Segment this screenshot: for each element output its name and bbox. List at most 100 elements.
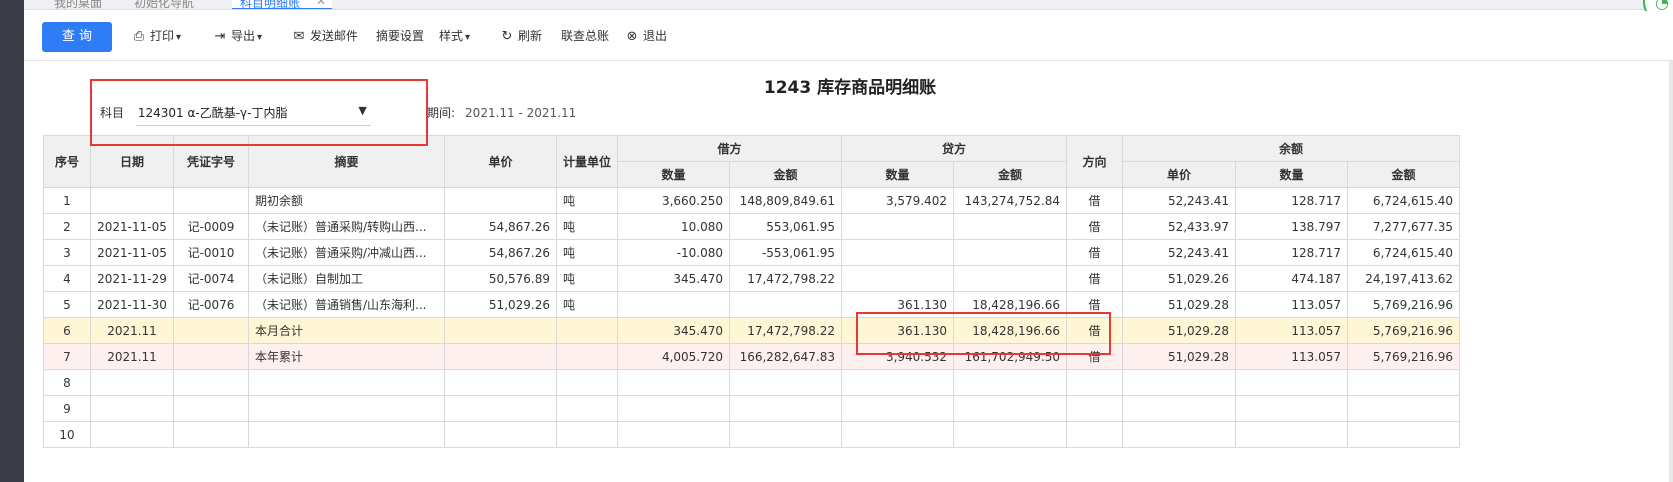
print-button[interactable]: ⎙ 打印 ▾: [131, 26, 181, 46]
cell-debit-qty: 345.470: [617, 265, 731, 292]
voucher-link: [173, 187, 249, 214]
cell-date: 2021-11-05: [90, 239, 174, 266]
table-row[interactable]: 8: [43, 369, 1461, 396]
left-sidebar-strip: [0, 0, 24, 482]
cell-date: 2021-11-30: [90, 291, 174, 318]
cell-seq: 7: [43, 343, 91, 370]
cell-debit-amount: -553,061.95: [729, 239, 843, 266]
voucher-link[interactable]: 记-0074: [173, 265, 249, 292]
cell-summary: 本月合计: [248, 317, 445, 344]
cell-price: 54,867.26: [444, 239, 557, 266]
style-button[interactable]: 样式 ▾: [439, 26, 470, 46]
tab-desktop[interactable]: 我的桌面: [54, 0, 102, 9]
cell-date: [90, 369, 174, 396]
table-row[interactable]: 2 2021-11-05 记-0009 （未记账）普通采购/转购山西... 54,867…: [43, 213, 1461, 240]
header-unit: 计量单位: [555, 135, 619, 188]
cell-credit-qty: [841, 213, 955, 240]
header-balance-amount: 金额: [1347, 161, 1461, 188]
cell-price: [444, 317, 557, 344]
cell-balance-amount: 5,769,216.96: [1347, 317, 1461, 344]
table-row[interactable]: 1 期初余额 吨 3,660.250 148,809,849.61 3,579.402 14…: [43, 187, 1461, 214]
cell-credit-amount: [953, 421, 1068, 448]
cell-unit: [555, 395, 619, 422]
refresh-button[interactable]: ↻ 刷新: [499, 26, 542, 46]
cell-unit: [555, 369, 619, 396]
cell-summary: （未记账）普通销售/山东海利...: [248, 291, 445, 318]
cell-debit-amount: 148,809,849.61: [729, 187, 843, 214]
cell-debit-qty: 10.080: [617, 213, 731, 240]
header-credit-amount: 金额: [953, 161, 1068, 188]
tab-subject-ledger[interactable]: 科目明细账 ✕: [232, 0, 332, 9]
table-row[interactable]: 9: [43, 395, 1461, 422]
voucher-link[interactable]: 记-0010: [173, 239, 249, 266]
ledger-link-button[interactable]: 联查总账: [561, 26, 609, 46]
cell-date: 2021-11-05: [90, 213, 174, 240]
period-value: 2021.11 - 2021.11: [465, 106, 577, 120]
chevron-down-icon: ▾: [257, 32, 263, 43]
cell-direction: 借: [1066, 213, 1124, 240]
cell-debit-qty: [617, 369, 731, 396]
exit-icon: ⊗: [626, 29, 638, 44]
voucher-link: [173, 317, 249, 344]
cell-seq: 10: [43, 421, 91, 448]
header-debit-amount: 金额: [729, 161, 843, 188]
cell-balance-amount: 6,724,615.40: [1347, 239, 1461, 266]
tab-init-nav[interactable]: 初始化导航: [134, 0, 194, 9]
cell-price: 51,029.26: [444, 291, 557, 318]
cell-balance-qty: [1235, 421, 1349, 448]
tab-bar: 我的桌面 初始化导航 科目明细账 ✕: [24, 0, 1673, 10]
table-row[interactable]: 4 2021-11-29 记-0074 （未记账）自制加工 50,576.89 吨 345.…: [43, 265, 1461, 292]
send-email-label: 发送邮件: [310, 29, 359, 43]
cell-summary: [248, 369, 445, 396]
cell-unit: 吨: [555, 265, 619, 292]
cell-seq: 6: [43, 317, 91, 344]
cell-balance-amount: 5,769,216.96: [1347, 291, 1461, 318]
cell-seq: 3: [43, 239, 91, 266]
table-row[interactable]: 5 2021-11-30 记-0076 （未记账）普通销售/山东海利... 51,029…: [43, 291, 1461, 318]
cell-debit-qty: [617, 421, 731, 448]
cell-balance-price: 52,243.41: [1122, 187, 1237, 214]
cell-debit-qty: [617, 291, 731, 318]
cell-date: [90, 421, 174, 448]
query-button[interactable]: 查 询: [42, 22, 112, 52]
cell-debit-amount: 553,061.95: [729, 213, 843, 240]
header-balance: 余额: [1122, 135, 1461, 162]
cell-credit-qty: [841, 239, 955, 266]
voucher-link: [173, 343, 249, 370]
cell-balance-amount: 6,724,615.40: [1347, 187, 1461, 214]
voucher-link[interactable]: 记-0076: [173, 291, 249, 318]
cell-summary: [248, 421, 445, 448]
cell-price: [444, 343, 557, 370]
cell-balance-price: 52,433.97: [1122, 213, 1237, 240]
ledger-table: 序号 日期 凭证字号 摘要 单价 计量单位 借方 贷方 方向 余额 数量 金额 …: [43, 135, 1461, 448]
window-edge: [1669, 0, 1673, 482]
summary-settings-label: 摘要设置: [376, 29, 425, 43]
cell-summary: 本年累计: [248, 343, 445, 370]
header-seq: 序号: [43, 135, 91, 188]
table-row[interactable]: 7 2021.11 本年累计 4,005.720 166,282,647.83 3,940…: [43, 343, 1461, 370]
cell-summary: （未记账）普通采购/冲减山西...: [248, 239, 445, 266]
table-row[interactable]: 3 2021-11-05 记-0010 （未记账）普通采购/冲减山西... 54,867…: [43, 239, 1461, 266]
cell-balance-price: [1122, 369, 1237, 396]
header-debit-qty: 数量: [617, 161, 731, 188]
table-row[interactable]: 10: [43, 421, 1461, 448]
cell-price: [444, 369, 557, 396]
cell-balance-qty: 128.717: [1235, 239, 1349, 266]
cell-date: 2021.11: [90, 343, 174, 370]
report-title: 1243 库存商品明细账: [763, 78, 937, 98]
close-icon[interactable]: ✕: [316, 0, 326, 8]
cell-seq: 4: [43, 265, 91, 292]
cell-credit-qty: 3,579.402: [841, 187, 955, 214]
cell-balance-price: 51,029.28: [1122, 291, 1237, 318]
table-row[interactable]: 6 2021.11 本月合计 345.470 17,472,798.22 361.130 1…: [43, 317, 1461, 344]
cell-credit-amount: [953, 369, 1068, 396]
cell-balance-qty: 128.717: [1235, 187, 1349, 214]
exit-button[interactable]: ⊗ 退出: [624, 26, 667, 46]
cell-credit-amount: [953, 239, 1068, 266]
cell-balance-amount: 7,277,677.35: [1347, 213, 1461, 240]
voucher-link: [173, 369, 249, 396]
summary-settings-button[interactable]: 摘要设置: [376, 26, 424, 46]
send-email-button[interactable]: ✉ 发送邮件: [291, 26, 358, 46]
voucher-link[interactable]: 记-0009: [173, 213, 249, 240]
export-button[interactable]: ⇥ 导出 ▾: [212, 26, 263, 46]
